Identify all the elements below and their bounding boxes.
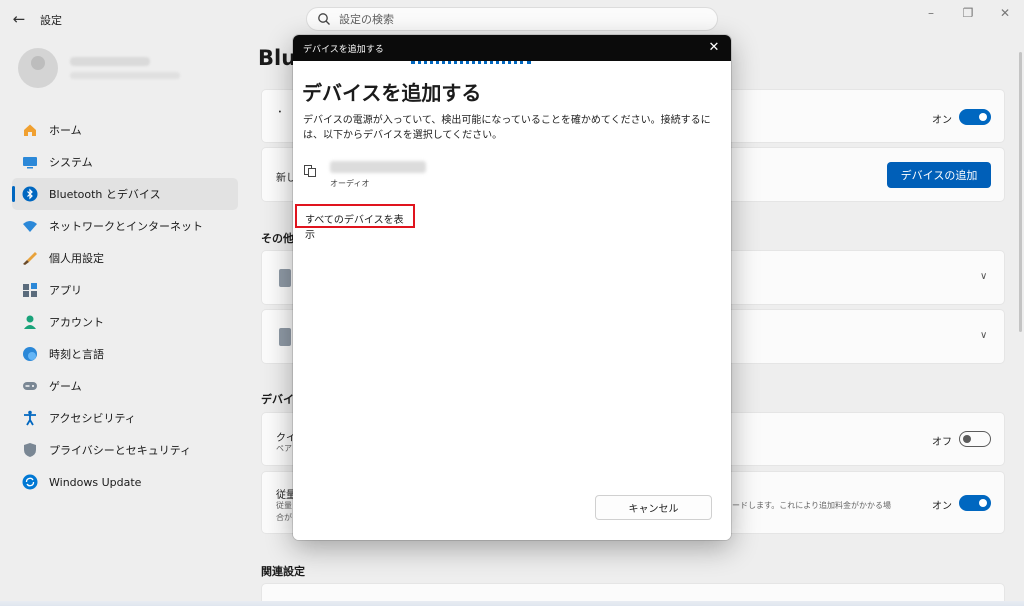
sidebar-item-home[interactable]: ホーム bbox=[12, 114, 238, 146]
brush-icon bbox=[23, 252, 37, 265]
sidebar-item-label: システム bbox=[49, 156, 93, 169]
sidebar-item-label: ゲーム bbox=[49, 380, 82, 393]
metered-subtitle: 従量 bbox=[276, 501, 292, 510]
progress-dots bbox=[411, 61, 531, 64]
sidebar-item-bluetooth[interactable]: Bluetooth とデバイス bbox=[12, 178, 238, 210]
globe-icon bbox=[23, 347, 37, 361]
home-icon bbox=[24, 124, 36, 136]
accessibility-icon bbox=[24, 410, 36, 426]
update-icon bbox=[22, 474, 38, 490]
apps-icon bbox=[23, 283, 37, 297]
metered-toggle[interactable] bbox=[959, 495, 991, 511]
scrollbar[interactable] bbox=[1019, 52, 1022, 332]
back-arrow-icon[interactable]: ← bbox=[10, 10, 28, 28]
search-input[interactable] bbox=[339, 11, 699, 27]
sidebar-item-accounts[interactable]: アカウント bbox=[12, 306, 238, 338]
sidebar-item-label: アクセシビリティ bbox=[49, 412, 136, 425]
related-settings-heading: 関連設定 bbox=[261, 565, 305, 578]
cancel-button[interactable]: キャンセル bbox=[595, 495, 712, 520]
sidebar-item-gaming[interactable]: ゲーム bbox=[12, 370, 238, 402]
sidebar-item-label: ホーム bbox=[49, 124, 82, 137]
device-icon bbox=[279, 269, 291, 287]
bluetooth-toggle-label: オン bbox=[932, 115, 952, 126]
device-icon bbox=[279, 328, 291, 346]
device-type: オーディオ bbox=[330, 179, 370, 188]
sidebar-nav: ホーム システム Bluetooth とデバイス ネットワークとインターネット … bbox=[12, 114, 238, 498]
dialog-description: デバイスの電源が入っていて、検出可能になっていることを確かめてください。接続する… bbox=[303, 115, 711, 141]
sidebar-item-accessibility[interactable]: アクセシビリティ bbox=[12, 402, 238, 434]
sidebar-item-label: Windows Update bbox=[49, 475, 142, 489]
sidebar-item-label: アプリ bbox=[49, 284, 82, 297]
bluetooth-small-icon: ᛫ bbox=[276, 106, 284, 121]
close-icon[interactable]: ✕ bbox=[990, 4, 1020, 22]
sidebar-item-personalization[interactable]: 個人用設定 bbox=[12, 242, 238, 274]
show-all-devices-link[interactable]: すべてのデバイスを表示 bbox=[295, 204, 415, 241]
audio-device-icon bbox=[304, 165, 316, 177]
shield-icon bbox=[24, 443, 36, 457]
chevron-down-icon[interactable]: ∨ bbox=[980, 271, 987, 282]
wifi-icon bbox=[23, 221, 37, 232]
metered-subtitle-2: 合が bbox=[276, 513, 292, 522]
profile-name-redacted bbox=[70, 57, 150, 66]
metered-subtitle-right: ウンロードします。これにより追加料金がかかる場 bbox=[708, 501, 892, 510]
sidebar-item-windows-update[interactable]: Windows Update bbox=[12, 466, 238, 498]
page-title: Blu bbox=[258, 46, 297, 70]
gamepad-icon bbox=[23, 382, 37, 390]
bluetooth-icon bbox=[22, 186, 38, 202]
close-icon[interactable]: ✕ bbox=[705, 39, 723, 57]
sidebar-item-label: ネットワークとインターネット bbox=[49, 220, 203, 233]
sidebar-item-network[interactable]: ネットワークとインターネット bbox=[12, 210, 238, 242]
sidebar-item-system[interactable]: システム bbox=[12, 146, 238, 178]
system-icon bbox=[23, 157, 37, 169]
chevron-down-icon[interactable]: ∨ bbox=[980, 330, 987, 341]
app-title: 設定 bbox=[40, 14, 62, 27]
sidebar-item-label: アカウント bbox=[49, 316, 104, 329]
profile-email-redacted bbox=[70, 72, 180, 79]
sidebar-item-label: プライバシーとセキュリティ bbox=[49, 444, 192, 457]
sidebar-item-label: 時刻と言語 bbox=[49, 348, 104, 361]
taskbar-edge bbox=[0, 601, 1024, 606]
search-icon bbox=[318, 13, 330, 25]
search-box[interactable] bbox=[306, 7, 718, 31]
swift-pair-subtitle: ペア bbox=[276, 444, 292, 453]
metered-toggle-label: オン bbox=[932, 501, 952, 512]
maximize-icon[interactable]: ❐ bbox=[953, 4, 983, 22]
swift-pair-toggle[interactable] bbox=[959, 431, 991, 447]
swift-pair-toggle-label: オフ bbox=[932, 437, 952, 448]
sidebar-item-time-language[interactable]: 時刻と言語 bbox=[12, 338, 238, 370]
add-device-dialog: デバイスを追加する ✕ デバイスを追加する デバイスの電源が入っていて、検出可能… bbox=[293, 35, 731, 540]
sidebar-item-apps[interactable]: アプリ bbox=[12, 274, 238, 306]
device-name-redacted[interactable] bbox=[330, 161, 426, 173]
sidebar-item-label: 個人用設定 bbox=[49, 252, 104, 265]
account-icon bbox=[24, 315, 36, 329]
dialog-heading: デバイスを追加する bbox=[302, 81, 482, 105]
avatar[interactable] bbox=[18, 48, 58, 88]
minimize-icon[interactable]: – bbox=[916, 4, 946, 22]
add-device-button[interactable]: デバイスの追加 bbox=[887, 162, 991, 188]
title-bar: ← 設定 – ❐ ✕ bbox=[0, 0, 1024, 38]
dialog-bar-title: デバイスを追加する bbox=[303, 45, 384, 55]
bluetooth-toggle[interactable] bbox=[959, 109, 991, 125]
dialog-title-bar: デバイスを追加する ✕ bbox=[293, 35, 731, 61]
sidebar-item-label: Bluetooth とデバイス bbox=[49, 188, 161, 201]
sidebar-item-privacy[interactable]: プライバシーとセキュリティ bbox=[12, 434, 238, 466]
